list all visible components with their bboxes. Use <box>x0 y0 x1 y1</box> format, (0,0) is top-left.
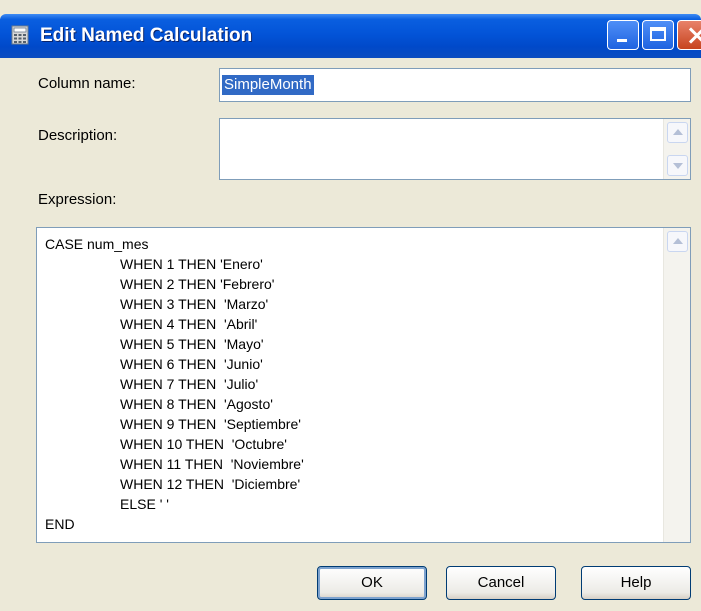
scroll-up-icon[interactable] <box>667 122 688 143</box>
maximize-icon[interactable] <box>642 20 674 50</box>
expression-text: CASE num_mes WHEN 1 THEN 'Enero' WHEN 2 … <box>45 234 304 534</box>
ok-button[interactable]: OK <box>317 566 427 600</box>
scroll-up-icon[interactable] <box>667 231 688 252</box>
description-label: Description: <box>38 127 118 144</box>
expression-line: WHEN 5 THEN 'Mayo' <box>120 336 264 352</box>
expression-line: WHEN 10 THEN 'Octubre' <box>120 436 287 452</box>
close-icon[interactable] <box>677 20 701 50</box>
help-button[interactable]: Help <box>581 566 691 600</box>
column-name-label: Column name: <box>38 75 136 92</box>
cancel-button[interactable]: Cancel <box>446 566 556 600</box>
expression-line: WHEN 7 THEN 'Julio' <box>120 376 259 392</box>
expression-line: ELSE ' ' <box>120 496 169 512</box>
expression-line: END <box>45 516 75 532</box>
expression-line: WHEN 3 THEN 'Marzo' <box>120 296 269 312</box>
title-bar[interactable]: Edit Named Calculation <box>0 14 701 58</box>
calculator-icon <box>11 25 29 45</box>
minimize-icon[interactable] <box>607 20 639 50</box>
window-title: Edit Named Calculation <box>40 25 253 46</box>
description-scrollbar[interactable] <box>663 119 690 179</box>
expression-label: Expression: <box>38 191 117 208</box>
description-field[interactable] <box>219 118 691 180</box>
expression-line: WHEN 11 THEN 'Noviembre' <box>120 456 304 472</box>
column-name-field[interactable]: SimpleMonth <box>219 68 691 102</box>
expression-line: CASE num_mes <box>45 236 149 252</box>
column-name-value[interactable]: SimpleMonth <box>222 75 314 95</box>
expression-line: WHEN 8 THEN 'Agosto' <box>120 396 273 412</box>
expression-line: WHEN 2 THEN 'Febrero' <box>120 276 275 292</box>
scroll-down-icon[interactable] <box>667 155 688 176</box>
expression-line: WHEN 12 THEN 'Diciembre' <box>120 476 301 492</box>
expression-scrollbar[interactable] <box>663 228 690 542</box>
expression-line: WHEN 1 THEN 'Enero' <box>120 256 263 272</box>
expression-line: WHEN 6 THEN 'Junio' <box>120 356 263 372</box>
expression-line: WHEN 4 THEN 'Abril' <box>120 316 258 332</box>
edit-named-calculation-dialog: Edit Named Calculation Column name: Simp… <box>0 0 701 611</box>
expression-editor[interactable]: CASE num_mes WHEN 1 THEN 'Enero' WHEN 2 … <box>36 227 691 543</box>
expression-line: WHEN 9 THEN 'Septiembre' <box>120 416 301 432</box>
